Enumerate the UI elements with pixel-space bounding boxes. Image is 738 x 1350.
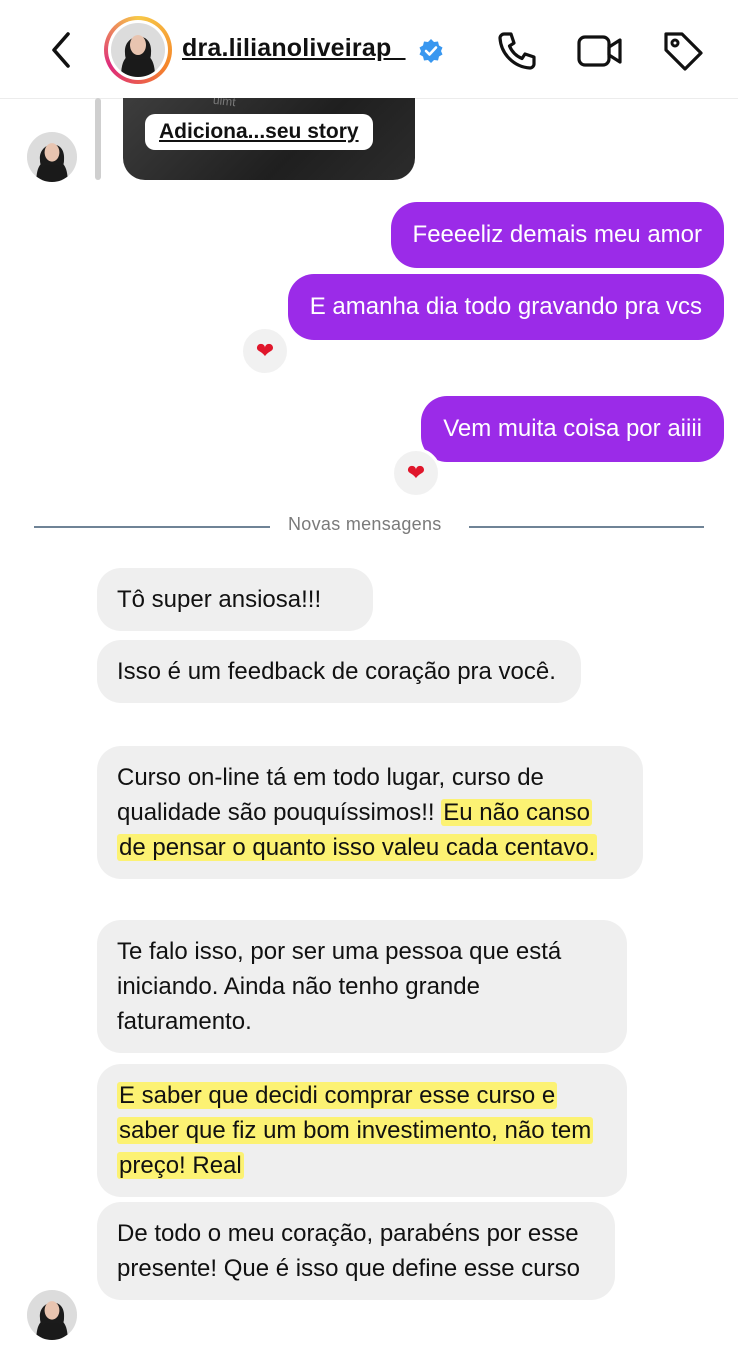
avatar-photo xyxy=(27,1290,77,1340)
message-text: Isso é um feedback de coração pra você. xyxy=(117,658,556,685)
divider-line-right xyxy=(469,526,704,528)
back-button[interactable] xyxy=(44,28,80,72)
story-faint-text: uimt xyxy=(212,98,237,110)
received-message[interactable]: Te falo isso, por ser uma pessoa que est… xyxy=(97,920,627,1053)
message-text: De todo o meu coração, parabéns por esse… xyxy=(117,1220,580,1282)
message-text: Tô super ansiosa!!! xyxy=(117,586,322,613)
avatar-photo xyxy=(111,23,165,77)
reply-indicator-bar xyxy=(95,98,101,180)
verified-badge-icon xyxy=(419,39,443,63)
avatar-photo xyxy=(27,132,77,182)
highlighted-text: E saber que decidi comprar esse curso e … xyxy=(117,1082,594,1179)
chat-header: dra.lilianoliveirap_ xyxy=(0,0,738,99)
heart-icon[interactable]: ❤ xyxy=(240,326,290,376)
received-message[interactable]: Curso on-line tá em todo lugar, curso de… xyxy=(97,746,643,879)
back-icon xyxy=(52,32,70,68)
profile-avatar[interactable] xyxy=(104,16,172,84)
received-message[interactable]: Tô super ansiosa!!! xyxy=(97,568,373,631)
sender-avatar[interactable] xyxy=(27,1290,77,1340)
new-messages-divider: Novas mensagens xyxy=(288,514,442,534)
sent-message[interactable]: E amanha dia todo gravando pra vcs xyxy=(287,274,724,340)
heart-icon[interactable]: ❤ xyxy=(391,448,441,498)
message-thread[interactable]: uimt Adiciona...seu story Feeeeliz demai… xyxy=(0,98,738,1350)
story-reply-preview[interactable]: uimt Adiciona...seu story xyxy=(123,98,415,180)
divider-line-left xyxy=(34,526,270,528)
received-message[interactable]: De todo o meu coração, parabéns por esse… xyxy=(97,1202,615,1300)
received-message[interactable]: E saber que decidi comprar esse curso e … xyxy=(97,1064,627,1197)
message-text: Te falo isso, por ser uma pessoa que est… xyxy=(117,938,562,1035)
sender-avatar[interactable] xyxy=(27,132,77,182)
sent-message[interactable]: Feeeeliz demais meu amor xyxy=(390,202,724,268)
video-icon[interactable] xyxy=(576,28,624,74)
received-message[interactable]: Isso é um feedback de coração pra você. xyxy=(97,640,581,703)
story-label[interactable]: Adiciona...seu story xyxy=(145,114,373,150)
sent-message[interactable]: Vem muita coisa por aiiii xyxy=(421,396,724,462)
phone-icon[interactable] xyxy=(494,28,540,74)
tag-icon[interactable] xyxy=(660,28,706,74)
profile-username[interactable]: dra.lilianoliveirap_ xyxy=(182,34,406,63)
